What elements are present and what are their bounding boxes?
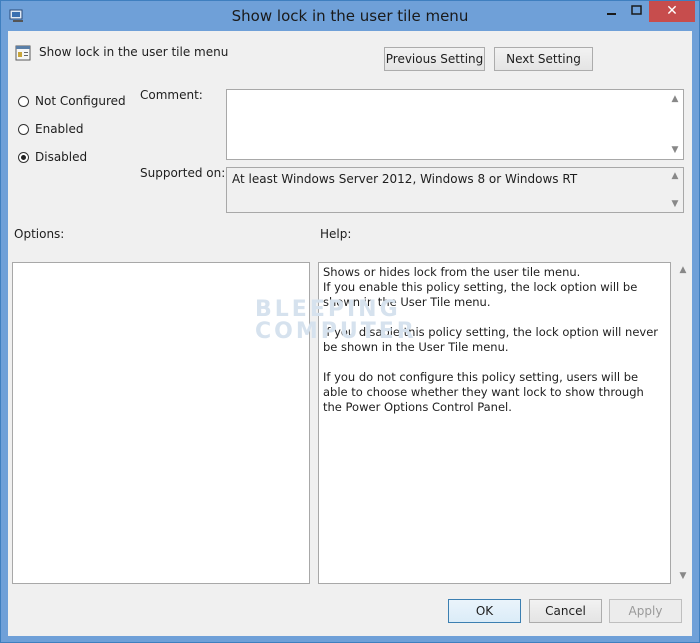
setting-name: Show lock in the user tile menu: [39, 45, 229, 59]
policy-setting-window: Show lock in the user tile menu ✕ Show l…: [0, 0, 700, 643]
cancel-button[interactable]: Cancel: [529, 599, 602, 623]
maximize-button[interactable]: [625, 1, 649, 22]
watermark-line: COMPUTER: [255, 319, 417, 344]
policy-setting-icon: [15, 45, 31, 61]
watermark: BLEEPING COMPUTER: [255, 299, 417, 343]
window-title: Show lock in the user tile menu: [231, 7, 469, 25]
title-bar[interactable]: Show lock in the user tile menu ✕: [1, 1, 699, 31]
radio-label: Enabled: [35, 122, 84, 136]
scroll-down-icon[interactable]: ▼: [675, 571, 691, 581]
supported-on-value: At least Windows Server 2012, Windows 8 …: [232, 172, 578, 186]
scroll-up-icon[interactable]: ▲: [675, 265, 691, 275]
comment-scrollbar[interactable]: ▲ ▼: [667, 90, 683, 159]
radio-indicator[interactable]: [18, 123, 29, 135]
watermark-line: BLEEPING: [255, 297, 401, 322]
ok-button[interactable]: OK: [448, 599, 521, 623]
enabled-radio[interactable]: Enabled: [18, 122, 84, 136]
minimize-button[interactable]: [599, 1, 625, 22]
comment-label: Comment:: [140, 88, 203, 102]
maximize-icon: [631, 5, 642, 15]
help-label: Help:: [320, 227, 352, 241]
scroll-up-icon[interactable]: ▲: [667, 171, 683, 181]
close-button[interactable]: ✕: [649, 1, 695, 22]
radio-indicator[interactable]: [18, 95, 29, 107]
radio-label: Not Configured: [35, 94, 126, 108]
radio-label: Disabled: [35, 150, 88, 164]
close-icon: ✕: [666, 3, 678, 19]
radio-indicator[interactable]: [18, 151, 29, 163]
scroll-down-icon[interactable]: ▼: [667, 199, 683, 209]
options-label: Options:: [14, 227, 65, 241]
dialog-body: Show lock in the user tile menu Previous…: [8, 31, 692, 636]
supported-on-label: Supported on:: [140, 166, 226, 180]
previous-setting-button[interactable]: Previous Setting: [384, 47, 485, 71]
supported-scrollbar[interactable]: ▲ ▼: [667, 168, 683, 212]
next-setting-button[interactable]: Next Setting: [494, 47, 593, 71]
apply-button[interactable]: Apply: [609, 599, 682, 623]
scroll-up-icon[interactable]: ▲: [667, 94, 683, 104]
supported-on-field[interactable]: At least Windows Server 2012, Windows 8 …: [226, 167, 684, 213]
help-scrollbar[interactable]: ▲ ▼: [675, 262, 691, 584]
scroll-down-icon[interactable]: ▼: [667, 145, 683, 155]
help-paragraph: If you do not configure this policy sett…: [323, 370, 644, 414]
help-text: Shows or hides lock from the user tile m…: [323, 265, 663, 430]
disabled-radio[interactable]: Disabled: [18, 150, 87, 164]
comment-textarea[interactable]: ▲ ▼: [226, 89, 684, 160]
minimize-icon: [607, 13, 616, 15]
not-configured-radio[interactable]: Not Configured: [18, 94, 126, 108]
